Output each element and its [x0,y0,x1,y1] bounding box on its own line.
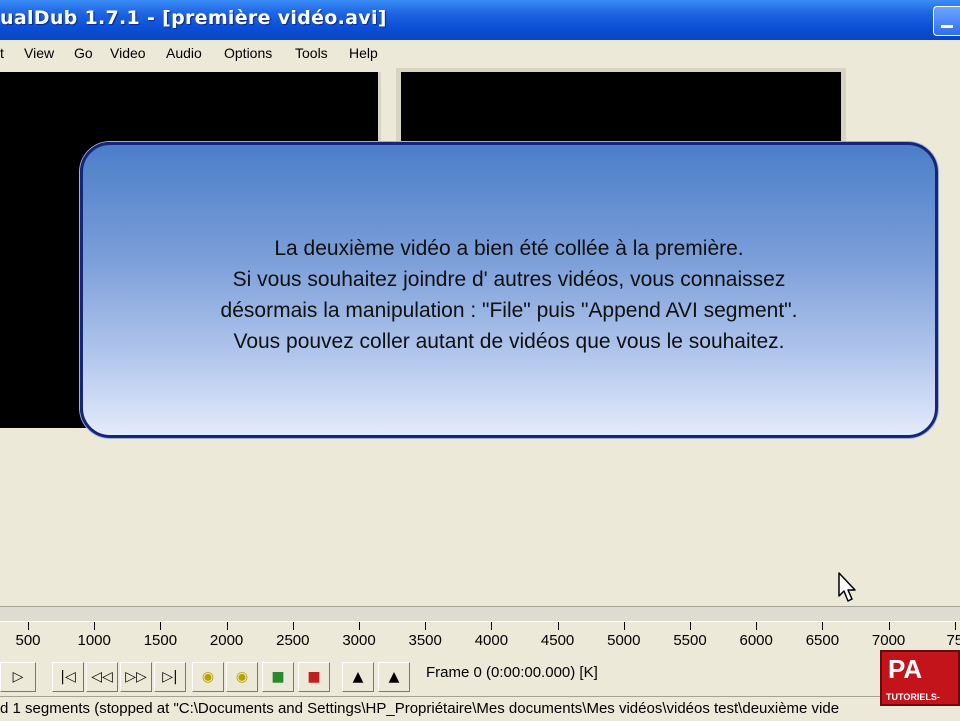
menu-options[interactable]: Options [224,45,272,61]
tutorial-line: La deuxième vidéo a bien été collée à la… [274,237,744,260]
mark-in-button[interactable]: ▲ [342,662,374,692]
window-title: ualDub 1.7.1 - [première vidéo.avi] [0,7,387,29]
timeline-tick [94,622,96,630]
frame-readout: Frame 0 (0:00:00.000) [K] [422,660,882,688]
next-frame-icon: ▷▷ [125,669,147,685]
timeline-tick-label: 7000 [871,632,906,649]
menu-audio[interactable]: Audio [166,45,202,61]
timeline-tick [690,622,691,630]
next-scene-button[interactable]: ■ [298,662,330,692]
timeline-tick-label: 3500 [408,632,442,649]
timeline-tick-label: 4000 [474,632,509,649]
menu-video[interactable]: Video [110,45,146,61]
title-bar: ualDub 1.7.1 - [première vidéo.avi] [0,0,960,40]
timeline-tick [756,622,758,630]
timeline-tick [888,622,890,630]
prev-key-icon: ◉ [201,669,215,685]
timeline-tick [226,622,228,630]
tutorial-text: La deuxième vidéo a bien été collée à la… [83,233,935,357]
timeline-track[interactable] [0,606,960,622]
watermark-small: TUTORIELS- [886,692,940,702]
minimize-icon [941,25,953,28]
tutorial-line: désormais la manipulation : "File" puis … [220,299,798,322]
timeline-tick-label: 6000 [739,632,773,649]
prev-key-button[interactable]: ◉ [192,662,224,692]
prev-scene-icon: ■ [271,669,285,685]
status-text: d 1 segments (stopped at "C:\Documents a… [0,700,840,717]
timeline-tick [292,622,294,630]
timeline-tick [557,622,559,630]
go-end-icon: ▷| [162,669,178,685]
play-output-icon: ▷ [12,669,24,685]
status-bar: d 1 segments (stopped at "C:\Documents a… [0,696,960,721]
timeline-tick [954,622,956,630]
mark-out-icon: ▲ [388,669,400,685]
next-key-icon: ◉ [235,669,249,685]
go-start-button[interactable]: |◁ [52,662,84,692]
timeline-tick-label: 6500 [805,632,840,649]
prev-frame-button[interactable]: ◁◁ [86,662,118,692]
watermark-logo: PA TUTORIELS- [880,650,960,706]
timeline-tick-label: 1500 [143,632,178,649]
menu-tools[interactable]: Tools [295,45,328,61]
timeline[interactable]: 500 1000 1500 2000 2500 3000 3500 4000 4500 5000 5… [0,606,960,658]
menu-bar: t View Go Video Audio Options Tools Help [0,40,960,68]
next-key-button[interactable]: ◉ [226,662,258,692]
timeline-tick [491,622,493,630]
timeline-tick-label: 2000 [209,632,244,649]
menu-view[interactable]: View [24,45,54,61]
menu-go[interactable]: Go [74,45,93,61]
tutorial-line: Si vous souhaitez joindre d' autres vidé… [232,268,786,291]
menu-file[interactable]: t [0,45,4,61]
minimize-button[interactable] [933,6,960,36]
timeline-tick [623,622,625,630]
timeline-tick-label: 5000 [607,632,641,649]
next-scene-icon: ■ [307,669,321,685]
timeline-tick [28,622,29,630]
prev-scene-button[interactable]: ■ [262,662,294,692]
mouse-cursor-icon [838,572,856,602]
timeline-tick [359,622,360,630]
go-end-button[interactable]: ▷| [154,662,186,692]
timeline-tick-label: 4500 [540,632,575,649]
timeline-tick-label: 500 [15,632,41,649]
next-frame-button[interactable]: ▷▷ [120,662,152,692]
play-output-button[interactable]: ▷ [0,662,36,692]
timeline-tick [425,622,427,630]
mark-out-button[interactable]: ▲ [378,662,410,692]
go-start-icon: |◁ [60,669,76,685]
mark-in-icon: ▲ [352,669,364,685]
frame-readout-text: Frame 0 (0:00:00.000) [K] [426,664,598,681]
timeline-tick-label: 3000 [342,632,376,649]
timeline-tick-label: 2500 [276,632,310,649]
tutorial-line: Vous pouvez coller autant de vidéos que … [233,330,785,353]
watermark-big: PA [888,654,923,684]
menu-help[interactable]: Help [349,45,378,61]
tutorial-overlay: La deuxième vidéo a bien été collée à la… [80,142,938,438]
prev-frame-icon: ◁◁ [91,669,113,685]
timeline-tick-label: 5500 [673,632,707,649]
timeline-tick-label: 1000 [77,632,111,649]
timeline-tick [160,622,162,630]
timeline-tick [822,622,824,630]
timeline-tick-label: 75 [946,632,960,649]
